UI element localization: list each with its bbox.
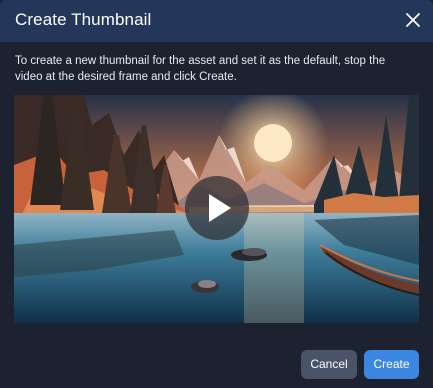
dialog-title: Create Thumbnail [15,10,152,29]
create-button[interactable]: Create [364,350,419,379]
play-icon [209,194,231,222]
create-thumbnail-dialog: Create Thumbnail To create a new thumbna… [0,0,433,388]
close-icon[interactable] [403,10,423,30]
play-button[interactable] [185,176,249,240]
dialog-description: To create a new thumbnail for the asset … [15,55,386,83]
video-player[interactable] [14,95,419,323]
dialog-header: Create Thumbnail [0,0,433,42]
cancel-button[interactable]: Cancel [301,350,357,379]
